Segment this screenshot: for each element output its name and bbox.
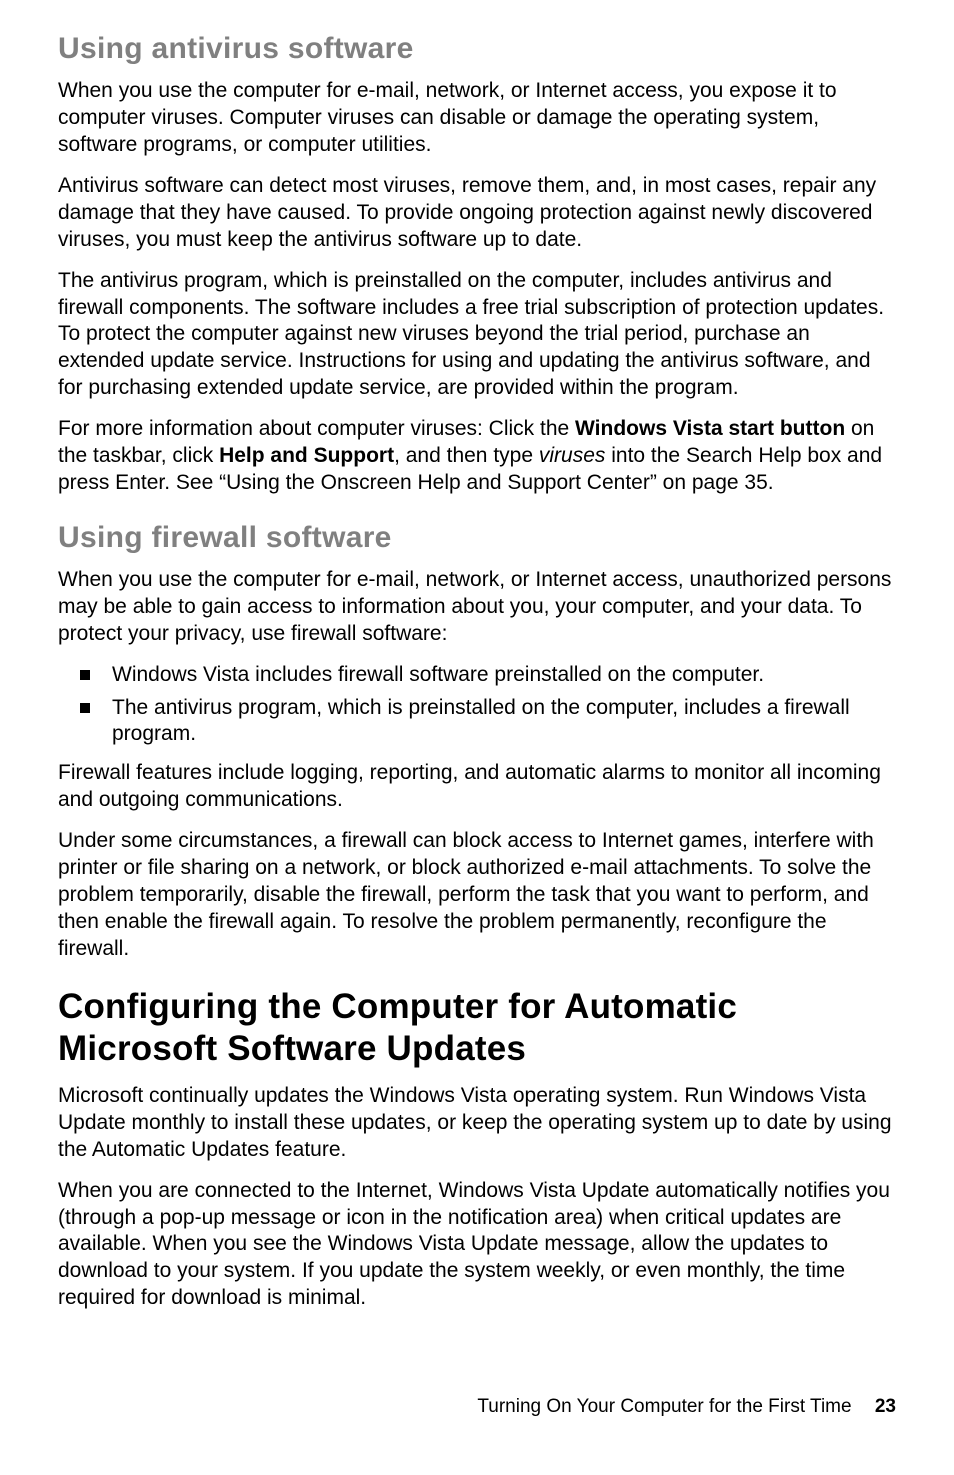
bold-text: Help and Support: [219, 444, 394, 467]
text-fragment: For more information about computer viru…: [58, 417, 575, 440]
heading-firewall: Using firewall software: [58, 519, 896, 557]
paragraph: Firewall features include logging, repor…: [58, 760, 896, 814]
list-item: The antivirus program, which is preinsta…: [80, 695, 896, 749]
bold-text: Windows Vista start button: [575, 417, 845, 440]
bullet-list: Windows Vista includes firewall software…: [80, 662, 896, 749]
page-footer: Turning On Your Computer for the First T…: [477, 1395, 896, 1419]
paragraph: For more information about computer viru…: [58, 416, 896, 497]
paragraph: Antivirus software can detect most virus…: [58, 173, 896, 254]
paragraph: Under some circumstances, a firewall can…: [58, 828, 896, 962]
heading-updates: Configuring the Computer for Automatic M…: [58, 986, 896, 1069]
footer-section-title: Turning On Your Computer for the First T…: [477, 1396, 851, 1417]
paragraph: When you use the computer for e-mail, ne…: [58, 567, 896, 648]
italic-text: viruses: [539, 444, 606, 467]
heading-antivirus: Using antivirus software: [58, 30, 896, 68]
list-item: Windows Vista includes firewall software…: [80, 662, 896, 689]
page-number: 23: [875, 1396, 896, 1417]
paragraph: Microsoft continually updates the Window…: [58, 1083, 896, 1164]
paragraph: When you use the computer for e-mail, ne…: [58, 78, 896, 159]
paragraph: The antivirus program, which is preinsta…: [58, 268, 896, 402]
paragraph: When you are connected to the Internet, …: [58, 1178, 896, 1312]
text-fragment: , and then type: [394, 444, 539, 467]
